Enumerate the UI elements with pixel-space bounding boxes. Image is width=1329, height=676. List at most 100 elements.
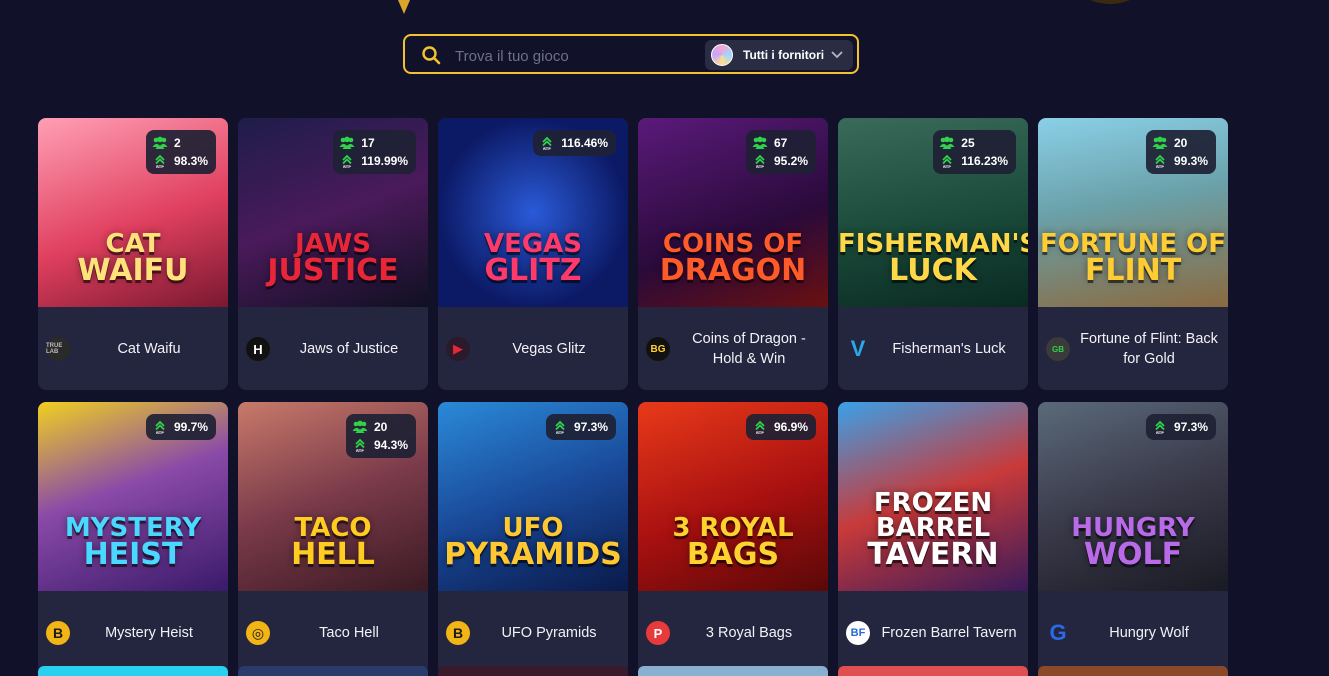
bgaming-b-icon: B — [446, 621, 470, 645]
player-count: 17 — [361, 136, 375, 150]
rtp-icon: RTP — [752, 154, 768, 169]
game-thumbnail[interactable]: CAT WAIFU 2 RTP 98.3% — [38, 118, 228, 307]
player-count: 2 — [173, 136, 181, 150]
provider-swirl-icon: ◎ — [246, 621, 270, 645]
game-thumbnail[interactable]: JAWS JUSTICE 17 RTP 119.99% — [238, 118, 428, 307]
game-logo-line-2: HELL — [291, 536, 375, 572]
svg-text:RTP: RTP — [156, 431, 164, 434]
game-card[interactable]: MYSTERY HEIST RTP 99.7% B Mystery Heist — [38, 402, 228, 674]
vibra-icon: V — [850, 336, 866, 361]
game-card[interactable]: FROZEN BARREL TAVERN BF Frozen Barrel Taver… — [838, 402, 1028, 674]
player-count: 20 — [1173, 136, 1188, 150]
game-title[interactable]: Frozen Barrel Tavern — [878, 591, 1020, 674]
game-logo-line-2: HEIST — [83, 536, 183, 572]
game-title[interactable]: Vegas Glitz — [478, 307, 620, 390]
players-icon — [339, 136, 355, 150]
game-title[interactable]: Jaws of Justice — [278, 307, 420, 390]
game-title[interactable]: Fortune of Flint: Back for Gold — [1078, 307, 1220, 390]
game-thumbnail[interactable]: UFO PYRAMIDS RTP 97.3% — [438, 402, 628, 591]
game-stats-badge: RTP 116.46% — [533, 130, 616, 156]
game-thumbnail[interactable]: COINS OF DRAGON 67 RTP 95.2% — [638, 118, 828, 307]
game-title[interactable]: 3 Royal Bags — [678, 591, 820, 674]
game-thumbnail[interactable]: FISHERMAN'S LUCK 25 RTP 116.23% — [838, 118, 1028, 307]
game-card-partial[interactable] — [838, 666, 1028, 676]
svg-text:RTP: RTP — [756, 165, 764, 168]
game-title[interactable]: Taco Hell — [278, 591, 420, 674]
game-title[interactable]: Hungry Wolf — [1078, 591, 1220, 674]
game-logo-line-2: WOLF — [1083, 536, 1183, 572]
svg-text:RTP: RTP — [556, 431, 564, 434]
game-stats-badge: 2 RTP 98.3% — [145, 130, 216, 174]
game-search-bar: Tutti i fornitori — [403, 34, 859, 74]
game-logo-art: CAT WAIFU — [38, 231, 228, 288]
hacksaw-icon: H — [246, 337, 270, 361]
game-stats-badge: 20 RTP 99.3% — [1145, 130, 1216, 174]
game-logo-art: FISHERMAN'S LUCK — [838, 231, 1028, 288]
rtp-icon: RTP — [1152, 154, 1168, 169]
game-card[interactable]: JAWS JUSTICE 17 RTP 119.99% H Jaws of Justice — [238, 118, 428, 390]
game-thumbnail[interactable]: TACO HELL 20 RTP 94.3% — [238, 402, 428, 591]
provider-avatar-icon — [711, 44, 733, 66]
game-title[interactable]: Mystery Heist — [78, 591, 220, 674]
game-title[interactable]: UFO Pyramids — [478, 591, 620, 674]
players-icon — [939, 136, 955, 150]
game-logo-line-2: BAGS — [686, 536, 780, 572]
playson-icon: P — [646, 621, 670, 645]
game-card[interactable]: VEGAS GLITZ RTP 116.46% ▶ Vegas Glitz — [438, 118, 628, 390]
game-card[interactable]: CAT WAIFU 2 RTP 98.3% TRUE LAB Cat Waifu — [38, 118, 228, 390]
game-thumbnail[interactable]: FORTUNE OF FLINT 20 RTP 99.3% — [1038, 118, 1228, 307]
rtp-icon: RTP — [152, 154, 168, 169]
game-title[interactable]: Cat Waifu — [78, 307, 220, 390]
game-info: G Hungry Wolf — [1038, 591, 1228, 674]
game-stats-badge: 67 RTP 95.2% — [745, 130, 816, 174]
game-thumbnail[interactable]: VEGAS GLITZ RTP 116.46% — [438, 118, 628, 307]
game-logo-art: FROZEN BARREL TAVERN — [838, 490, 1028, 572]
game-thumbnail[interactable]: FROZEN BARREL TAVERN — [838, 402, 1028, 591]
provider-filter-dropdown[interactable]: Tutti i fornitori — [705, 40, 853, 70]
game-card-partial[interactable] — [238, 666, 428, 676]
game-info: V Fisherman's Luck — [838, 307, 1028, 390]
game-stats-badge: 25 RTP 116.23% — [933, 130, 1016, 174]
game-info: B UFO Pyramids — [438, 591, 628, 674]
game-info: BF Frozen Barrel Tavern — [838, 591, 1028, 674]
game-logo-art: FORTUNE OF FLINT — [1038, 231, 1228, 285]
game-info: TRUE LAB Cat Waifu — [38, 307, 228, 390]
game-card-partial[interactable] — [38, 666, 228, 676]
svg-text:RTP: RTP — [156, 165, 164, 168]
game-logo-art: UFO PYRAMIDS — [438, 515, 628, 569]
game-card[interactable]: COINS OF DRAGON 67 RTP 95.2% BG Coins of Drago… — [638, 118, 828, 390]
bgaming-icon: BG — [646, 337, 670, 361]
game-logo-art: HUNGRY WOLF — [1038, 515, 1228, 572]
truelab-icon: TRUE LAB — [46, 337, 70, 361]
game-logo-line-2: LUCK — [889, 252, 977, 288]
game-thumbnail[interactable]: MYSTERY HEIST RTP 99.7% — [38, 402, 228, 591]
player-count: 20 — [373, 420, 388, 434]
game-title[interactable]: Coins of Dragon - Hold & Win — [678, 307, 820, 390]
game-logo-art: MYSTERY HEIST — [38, 515, 228, 572]
game-card[interactable]: UFO PYRAMIDS RTP 97.3% B UFO Pyramids — [438, 402, 628, 674]
rtp-value: 94.3% — [373, 438, 408, 452]
game-card-partial[interactable] — [638, 666, 828, 676]
svg-text:RTP: RTP — [343, 165, 351, 168]
chevron-down-icon — [831, 51, 843, 59]
game-thumbnail[interactable]: 3 ROYAL BAGS RTP 96.9% — [638, 402, 828, 591]
search-input[interactable] — [453, 44, 707, 68]
svg-text:RTP: RTP — [1156, 431, 1164, 434]
game-thumbnail[interactable]: HUNGRY WOLF RTP 97.3% — [1038, 402, 1228, 591]
game-title[interactable]: Fisherman's Luck — [878, 307, 1020, 390]
game-logo-line-2: WAIFU — [77, 252, 189, 288]
rtp-icon: RTP — [339, 154, 355, 169]
redtiger-icon: ▶ — [446, 337, 470, 361]
game-card-partial[interactable] — [1038, 666, 1228, 676]
gamzix-icon: G — [1049, 620, 1067, 645]
game-card[interactable]: 3 ROYAL BAGS RTP 96.9% P 3 Royal Bags — [638, 402, 828, 674]
rtp-value: 97.3% — [573, 420, 608, 434]
game-stats-badge: 17 RTP 119.99% — [333, 130, 416, 174]
game-card-partial[interactable] — [438, 666, 628, 676]
game-card[interactable]: TACO HELL 20 RTP 94.3% ◎ Taco Hell — [238, 402, 428, 674]
game-card[interactable]: FORTUNE OF FLINT 20 RTP 99.3% GB Fortune of Fl… — [1038, 118, 1228, 390]
game-logo-line-2: TAVERN — [867, 536, 999, 572]
game-card[interactable]: FISHERMAN'S LUCK 25 RTP 116.23% V Fisherman's … — [838, 118, 1028, 390]
game-card[interactable]: HUNGRY WOLF RTP 97.3% G Hungry Wolf — [1038, 402, 1228, 674]
game-info: ▶ Vegas Glitz — [438, 307, 628, 390]
